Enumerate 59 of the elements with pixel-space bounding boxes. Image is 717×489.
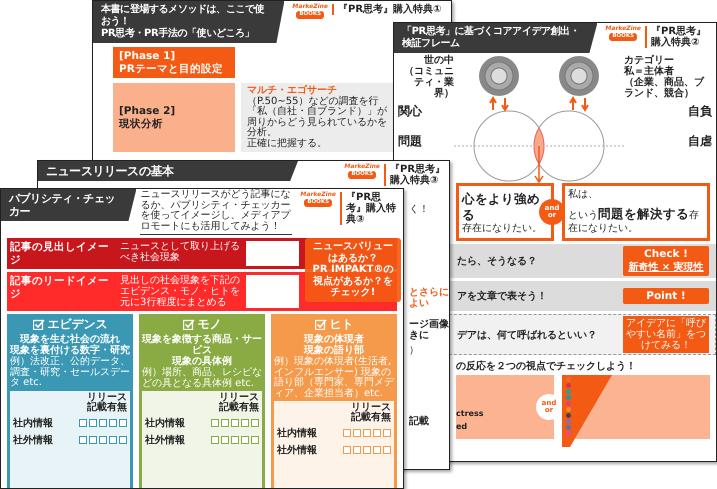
row-note: 見出しの社会現象を下記のエビデンス・モノ・ヒトを元に3行程度にまとめる	[120, 275, 240, 308]
text-fragment: く！	[409, 204, 430, 215]
section-label: 社内情報	[277, 426, 317, 440]
bonus-tag: 『PR思考』購入特典②	[645, 26, 713, 48]
section-label: 社内情報	[145, 416, 185, 430]
title-banner: 「PR思考」に基づくコアアイデア創出・検証フレーム	[394, 23, 598, 53]
step-prompt: たら、そうなる？	[457, 255, 537, 268]
column-title: エビデンス	[48, 316, 108, 333]
example-text: 例）法改正、公的データ、調査・研究・セールスデータ etc.	[10, 357, 130, 389]
bonus-tag: 『PR思考』購入特典①	[332, 4, 448, 15]
reaction-fragment: ctress	[456, 409, 484, 418]
column-description: 現象を象徴する商品・サービス 現象の具体例	[142, 334, 262, 368]
badge-title: Check !	[644, 248, 688, 260]
phase-box: [Phase 1] PRテーマと目的設定	[113, 47, 235, 78]
section-label: 社外情報	[145, 434, 185, 448]
example-text: 例）場所、商品、レシピなどの具となる具体例 etc.	[142, 368, 262, 390]
title-banner: 本書に登場するメソッドは、ここで使おう！ PR思考・PR手法の「使いどころ」	[93, 1, 284, 43]
bonus-tag: 『PR思考』購入特典③	[384, 164, 446, 186]
circle-label: カテゴリー 私＝主体者 （企業、商品、ブランド、競合）	[624, 55, 706, 101]
circle-label: 世の中 （コミュニティ・業界）	[403, 55, 454, 101]
bonus-tag: 『PR思考』購入特典③	[340, 192, 400, 225]
text-fragment: きに	[409, 330, 430, 341]
badge-title: Point !	[646, 290, 686, 302]
callout-badge: ニュースバリュー はあるか？ PR IMPAKT®の 視点があるか？を チェック!	[305, 238, 401, 302]
text-fragment: とさらによい	[409, 287, 449, 309]
row-title: 記事のリードイメージ	[10, 275, 110, 302]
column-title: ヒト	[330, 316, 354, 334]
tip-badge: アイデアに「呼びやすい名前」をつけてみる！	[623, 316, 709, 353]
row-title: 記事の見出しイメージ	[10, 241, 110, 266]
quadrant-label: 関心	[398, 103, 424, 120]
quadrant-label: 問題	[398, 133, 423, 150]
quadrant-label: 自負	[687, 103, 712, 120]
column-title: モノ	[198, 316, 222, 333]
section-label: 社外情報	[13, 434, 53, 447]
check-header: リリース記載有無	[87, 392, 127, 413]
row-note: ニュースとして取り上げるべき社会現象	[120, 241, 240, 265]
quadrant-label: 自虐	[687, 133, 712, 150]
column-description: 現象の体現者 現象の語り部	[304, 334, 364, 356]
title-banner: パブリシティ・チェッカー	[1, 189, 136, 222]
statement-intro: 私は、	[568, 189, 599, 202]
reaction-fragment: ed	[456, 422, 468, 431]
step-prompt: アを文章で表そう！	[457, 289, 547, 303]
section-label: 社外情報	[277, 444, 317, 458]
reaction-prompt: の反応を２つの視点でチェックしよう！	[455, 359, 637, 374]
column-description: 現象を生む社会の流れ 現象を裏付ける数字・研究	[10, 334, 130, 356]
statement-text: という問題を解決する存在になりたい。	[568, 206, 700, 235]
description-text: マルチ・エゴサーチ（P.50~55）などの調査を行 「私（自社・自ブランド）」が 周りからどう見られているかを分析。 正確に把握する。	[247, 86, 387, 150]
text-fragment: ）	[409, 345, 420, 356]
check-header: リリース記載有無	[351, 403, 391, 424]
section-label: 社内情報	[13, 416, 53, 430]
text-fragment: ージ画像	[409, 319, 449, 330]
check-header: リリース記載有無	[219, 393, 259, 414]
phase-box: [Phase 2] 現状分析	[113, 83, 235, 152]
example-text: 例）現象の体現者(生活者,インフルエンサー) 現象の語り部（専門家、専門メディア、企業担当者）etc.	[274, 357, 394, 400]
step-prompt: デアは、何て呼ばれるといい？	[457, 328, 597, 342]
badge-highlight: 新奇性 × 実現性	[628, 260, 704, 274]
text-fragment: 記載	[409, 416, 430, 427]
title-banner: ニュースリリースの基本	[38, 161, 298, 182]
subtitle-text: ニュースリリースがどう記事になるか、パブリシティ・チェッカーを使ってイメージし、メディアプロモートにも活用してみよう！	[140, 189, 292, 235]
